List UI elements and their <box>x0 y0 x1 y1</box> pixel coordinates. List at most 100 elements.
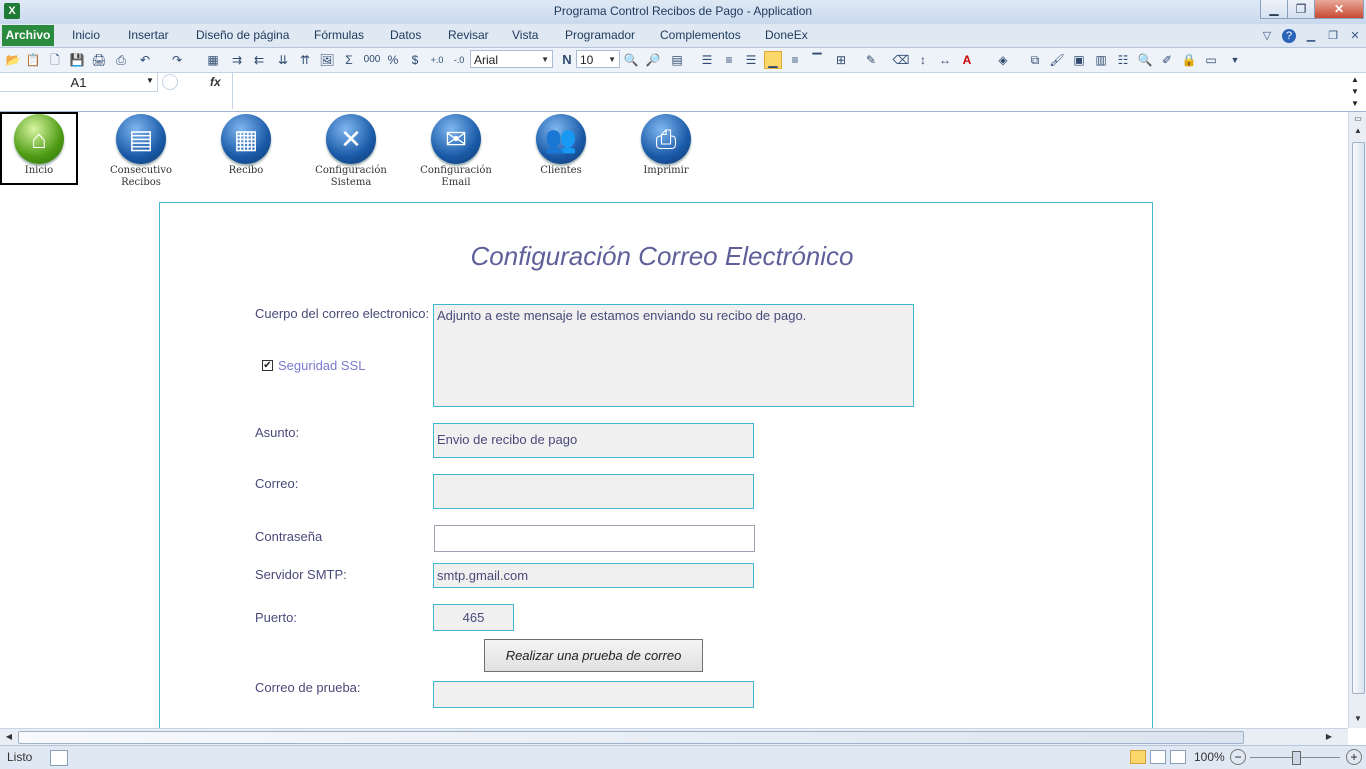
tab-revisar[interactable]: Revisar <box>448 28 489 42</box>
test-email-input[interactable] <box>433 681 754 708</box>
copy-icon[interactable]: ⧉ <box>1026 51 1044 69</box>
nav-imprimir-button[interactable]: ⎙ Imprimir <box>625 112 707 176</box>
view-icon[interactable]: ▭ <box>1202 51 1220 69</box>
lock-icon[interactable]: 🔒 <box>1180 51 1198 69</box>
worksheet[interactable]: ⌂ Inicio ▤ Consecutivo Recibos ▦ Recibo … <box>0 112 1348 728</box>
undo-icon[interactable]: ↶ <box>136 51 154 69</box>
insert-columns-icon[interactable]: ⇊ <box>274 51 292 69</box>
print-icon[interactable]: ⎙ <box>112 51 130 69</box>
align-middle-icon[interactable]: ≡ <box>786 51 804 69</box>
nav-inicio-button[interactable]: ⌂ Inicio <box>0 112 80 176</box>
formula-expand-icon[interactable]: ▼ <box>1351 99 1359 108</box>
scroll-up-icon[interactable]: ▲ <box>1351 124 1365 138</box>
port-input[interactable]: 465 <box>433 604 514 631</box>
tab-programador[interactable]: Programador <box>565 28 635 42</box>
font-size-select[interactable]: 10 ▼ <box>576 50 620 68</box>
line-color-icon[interactable]: ✎ <box>862 51 880 69</box>
password-input[interactable] <box>434 525 755 552</box>
align-right-icon[interactable]: ☰ <box>742 51 760 69</box>
page-layout-view-icon[interactable] <box>1150 750 1166 764</box>
test-email-button[interactable]: Realizar una prueba de correo <box>484 639 703 672</box>
font-color-icon[interactable]: A <box>958 51 976 69</box>
zoom-in-icon[interactable]: + <box>1346 749 1362 765</box>
format-table-icon[interactable]: ▦ <box>204 51 222 69</box>
autosum-icon[interactable]: Σ <box>340 51 358 69</box>
vertical-scroll-thumb[interactable] <box>1352 142 1365 694</box>
tab-insertar[interactable]: Insertar <box>128 28 169 42</box>
column-width-icon[interactable]: ↔ <box>936 51 954 69</box>
horizontal-scroll-thumb[interactable] <box>18 731 1244 744</box>
subject-input[interactable]: Envio de recibo de pago <box>433 423 754 458</box>
merge-cells-icon[interactable]: ▤ <box>668 51 686 69</box>
borders-icon[interactable]: ⊞ <box>832 51 850 69</box>
formula-input[interactable] <box>232 73 1351 109</box>
ssl-checkbox[interactable]: ✔ <box>262 360 273 371</box>
scroll-right-icon[interactable]: ▶ <box>1322 730 1336 744</box>
image-icon[interactable]: 🖼 <box>318 51 336 69</box>
nav-clientes-button[interactable]: 👥 Clientes <box>520 112 602 176</box>
close-button[interactable]: ✕ <box>1314 0 1364 19</box>
macro-record-icon[interactable] <box>50 750 68 766</box>
print-preview-icon[interactable]: 🖨 <box>90 51 108 69</box>
minimize-button[interactable]: ▁ <box>1260 0 1288 19</box>
zoom-slider-thumb[interactable] <box>1292 751 1301 765</box>
align-center-icon[interactable]: ≡ <box>720 51 738 69</box>
formula-scroll-up-icon[interactable]: ▲ <box>1351 75 1359 84</box>
horizontal-scrollbar[interactable]: ◀ ▶ <box>0 728 1348 746</box>
thousands-format-icon[interactable]: 000 <box>362 51 382 69</box>
align-top-icon[interactable]: ▔ <box>808 51 826 69</box>
zoom-out-icon[interactable]: − <box>1230 749 1246 765</box>
increase-decimal-icon[interactable]: +.0 <box>428 51 446 69</box>
list-icon[interactable]: ☷ <box>1114 51 1132 69</box>
tab-archivo[interactable]: Archivo <box>2 25 54 46</box>
smtp-input[interactable]: smtp.gmail.com <box>433 563 754 588</box>
row-height-icon[interactable]: ↕ <box>914 51 932 69</box>
currency-format-icon[interactable]: $ <box>406 51 424 69</box>
bold-button[interactable]: N <box>558 51 576 69</box>
percent-format-icon[interactable]: % <box>384 51 402 69</box>
tab-datos[interactable]: Datos <box>390 28 421 42</box>
form-icon[interactable]: ▣ <box>1070 51 1088 69</box>
insert-function-icon[interactable]: fx <box>210 75 221 89</box>
customize-toolbar-icon[interactable]: ▼ <box>1226 51 1244 69</box>
nav-config-email-button[interactable]: ✉ Configuración Email <box>415 112 497 188</box>
decrease-decimal-icon[interactable]: -.0 <box>450 51 468 69</box>
tab-diseno-pagina[interactable]: Diseño de página <box>196 28 289 42</box>
save-icon[interactable]: 💾 <box>68 51 86 69</box>
tab-formulas[interactable]: Fórmulas <box>314 28 364 42</box>
tab-inicio[interactable]: Inicio <box>72 28 100 42</box>
eraser-icon[interactable]: ⌫ <box>892 51 910 69</box>
zoom-level[interactable]: 100% <box>1194 750 1225 764</box>
fill-color-icon[interactable]: ◈ <box>994 51 1012 69</box>
delete-columns-icon[interactable]: ⇈ <box>296 51 314 69</box>
scroll-left-icon[interactable]: ◀ <box>2 730 16 744</box>
delete-rows-icon[interactable]: ⇇ <box>250 51 268 69</box>
tab-vista[interactable]: Vista <box>512 28 538 42</box>
ribbon-minimize-icon[interactable]: ▽ <box>1260 29 1274 43</box>
open-folder-icon[interactable]: 📂 <box>4 51 22 69</box>
paste-icon[interactable]: 📋 <box>24 51 42 69</box>
ssl-label[interactable]: Seguridad SSL <box>278 358 365 373</box>
align-left-icon[interactable]: ☰ <box>698 51 716 69</box>
formula-scroll-down-icon[interactable]: ▼ <box>1351 87 1359 96</box>
tab-doneex[interactable]: DoneEx <box>765 28 808 42</box>
new-document-icon[interactable]: 🗋 <box>46 51 64 69</box>
scroll-down-icon[interactable]: ▼ <box>1351 712 1365 726</box>
tab-complementos[interactable]: Complementos <box>660 28 741 42</box>
chevron-down-icon[interactable]: ▼ <box>146 76 154 85</box>
vertical-scrollbar[interactable]: ▭ ▲ ▼ <box>1348 112 1366 728</box>
print-preview-zoom-icon[interactable]: 🔍 <box>622 51 640 69</box>
email-input[interactable] <box>433 474 754 509</box>
edit-icon[interactable]: ✐ <box>1158 51 1176 69</box>
insert-rows-icon[interactable]: ⇉ <box>228 51 246 69</box>
redo-icon[interactable]: ↷ <box>168 51 186 69</box>
nav-config-sistema-button[interactable]: ✕ Configuración Sistema <box>310 112 392 188</box>
normal-view-icon[interactable] <box>1130 750 1146 764</box>
workbook-minimize-icon[interactable]: ▁ <box>1304 29 1318 43</box>
format-painter-icon[interactable]: 🖌 <box>1048 51 1066 69</box>
workbook-close-icon[interactable]: ✕ <box>1348 29 1362 43</box>
expand-circle-icon[interactable] <box>162 74 178 90</box>
align-bottom-icon[interactable]: ▁ <box>764 51 782 69</box>
nav-recibo-button[interactable]: ▦ Recibo <box>205 112 287 176</box>
body-textarea[interactable]: Adjunto a este mensaje le estamos envian… <box>433 304 914 407</box>
